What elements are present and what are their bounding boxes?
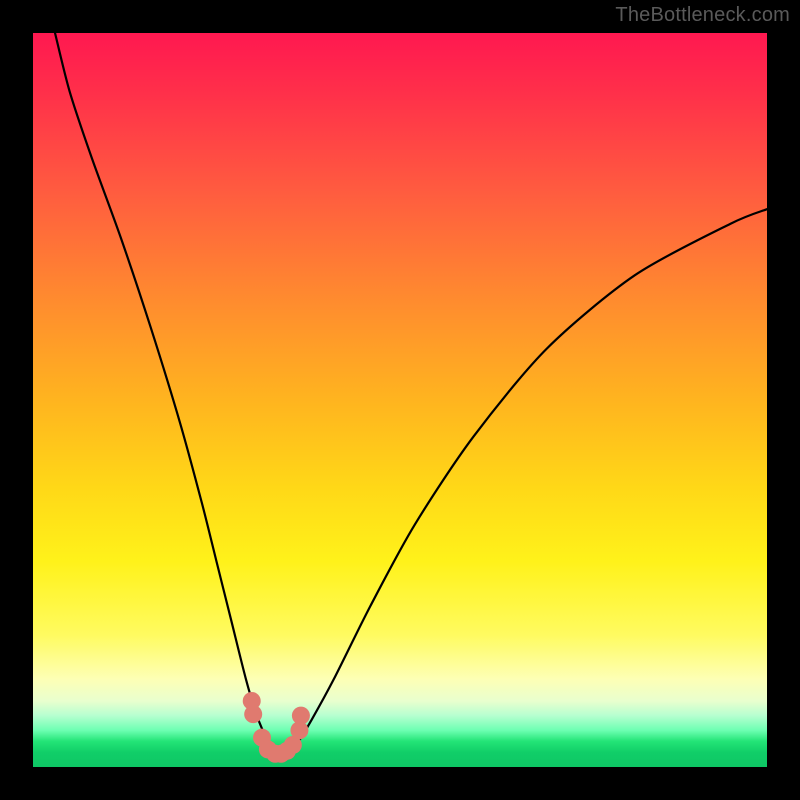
plot-area <box>33 33 767 767</box>
curve-line <box>55 33 767 755</box>
bottleneck-curve <box>55 33 767 755</box>
chart-svg <box>33 33 767 767</box>
highlighted-points <box>243 692 310 763</box>
chart-frame: TheBottleneck.com <box>0 0 800 800</box>
watermark-label: TheBottleneck.com <box>615 4 790 27</box>
marker-dot <box>244 705 262 723</box>
marker-dot <box>292 707 310 725</box>
